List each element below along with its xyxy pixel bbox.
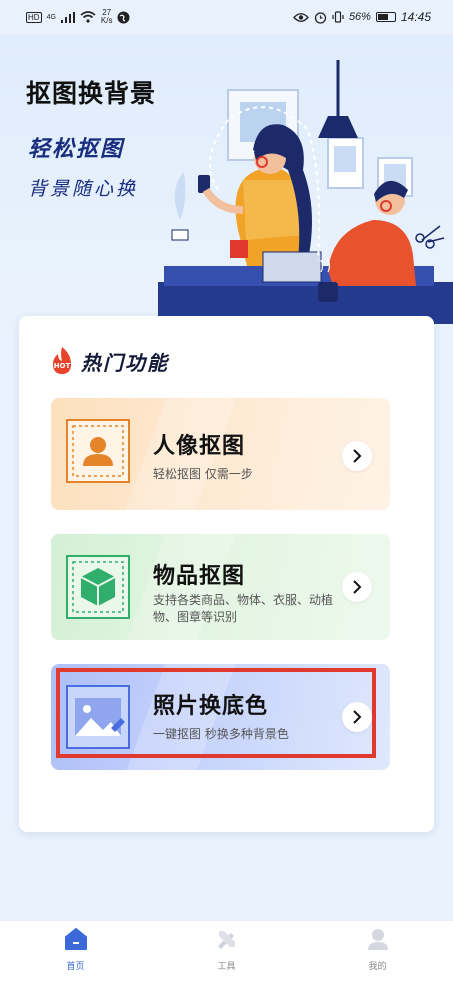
battery-percent: 56% (348, 11, 371, 23)
feature-title: 物品抠图 (153, 564, 246, 589)
user-icon (367, 929, 388, 950)
hot-header: HOT 热门功能 (49, 346, 169, 376)
photo-background-color-card[interactable]: 照片换底色 一键抠图 秒换多种背景色 (51, 664, 390, 770)
hero-illustration (158, 60, 453, 324)
nav-label-tools: 工具 (217, 962, 236, 972)
box-icon (66, 555, 130, 619)
chevron-right-icon[interactable] (342, 702, 372, 732)
feature-desc: 支持各类商品、物体、衣服、动植物、图章等识别 (153, 593, 334, 624)
signal-icon (60, 11, 75, 23)
nav-item-profile[interactable]: 我的 (328, 925, 428, 972)
vibrate-icon (332, 11, 344, 23)
hot-title: 热门功能 (81, 350, 169, 375)
nav-label-home: 首页 (66, 962, 85, 972)
hot-functions-card: HOT 热门功能 人像抠图 轻松抠图 仅需一步 物品抠图 支持各类商品、物体、衣… (19, 316, 434, 832)
chevron-right-icon[interactable] (342, 572, 372, 602)
tools-icon (217, 931, 235, 949)
hero-title: 抠图换背景 (26, 79, 157, 108)
feature-desc: 一键抠图 秒换多种背景色 (153, 727, 289, 741)
battery-icon (375, 12, 396, 22)
image-icon (66, 685, 130, 749)
alarm-icon (314, 11, 327, 24)
portrait-icon (66, 419, 130, 483)
network-type: 4G (46, 13, 56, 21)
clock: 14:45 (400, 10, 431, 24)
feature-desc: 轻松抠图 仅需一步 (153, 467, 253, 481)
portrait-cutout-card[interactable]: 人像抠图 轻松抠图 仅需一步 (51, 398, 390, 510)
nav-label-profile: 我的 (368, 962, 387, 972)
bottom-nav: 首页 工具 我的 (0, 921, 453, 983)
vpn-globe-icon (117, 11, 130, 23)
status-bar: HD 4G 27 K/s 56% 14:45 (0, 0, 453, 34)
chevron-right-icon[interactable] (342, 441, 372, 471)
eye-icon (293, 12, 309, 22)
flame-hot-icon: HOT (53, 347, 71, 374)
nav-item-tools[interactable]: 工具 (177, 925, 277, 972)
hero-banner: 抠图换背景 轻松抠图 背景随心换 (0, 34, 453, 324)
status-right: 56% 14:45 (293, 10, 431, 24)
object-cutout-card[interactable]: 物品抠图 支持各类商品、物体、衣服、动植物、图章等识别 (51, 534, 390, 640)
feature-title: 照片换底色 (153, 694, 269, 719)
status-left: HD 4G 27 K/s (26, 9, 130, 25)
hd-indicator: HD (26, 11, 42, 23)
wifi-icon (80, 11, 96, 23)
hero-subtitle-1: 轻松抠图 (28, 137, 125, 162)
feature-title: 人像抠图 (153, 434, 246, 459)
nav-item-home[interactable]: 首页 (26, 925, 126, 972)
home-icon (64, 928, 87, 950)
network-speed: 27 K/s (101, 9, 113, 25)
svg-text:HOT: HOT (54, 362, 71, 370)
speed-unit: K/s (100, 16, 113, 25)
hero-subtitle-2: 背景随心换 (28, 178, 139, 200)
